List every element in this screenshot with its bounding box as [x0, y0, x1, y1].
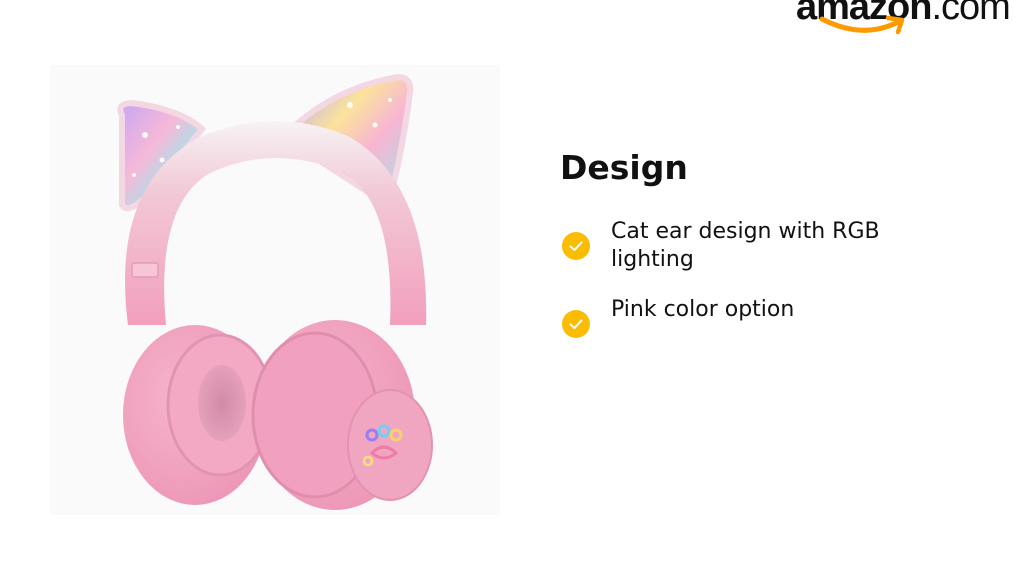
section-title: Design: [560, 148, 688, 187]
checkmark-circle-icon: [562, 310, 590, 338]
feature-item: Cat ear design with RGB lighting: [562, 218, 962, 274]
feature-item: Pink color option: [562, 296, 962, 338]
checkmark-circle-icon: [562, 232, 590, 260]
feature-text: Cat ear design with RGB lighting: [611, 219, 880, 272]
headphones-product-image: [50, 65, 500, 515]
amazon-logo: amazon.com: [790, 0, 1024, 42]
logo-text-com: .com: [931, 0, 1010, 28]
amazon-smile-icon: [819, 15, 905, 35]
feature-text: Pink color option: [611, 297, 795, 322]
feature-list: Cat ear design with RGB lighting Pink co…: [562, 218, 962, 360]
slide: amazon.com Design Cat ear design with RG…: [0, 0, 1024, 576]
